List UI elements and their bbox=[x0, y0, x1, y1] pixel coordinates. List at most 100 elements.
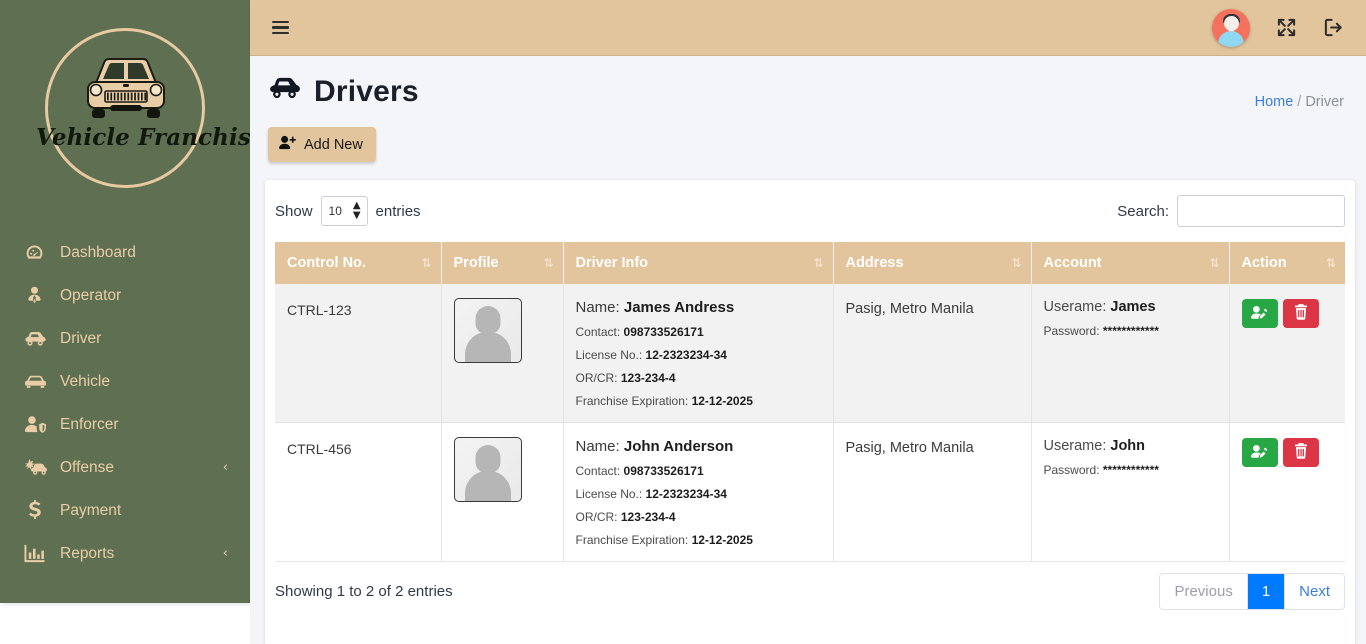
field-value: James bbox=[1110, 299, 1156, 315]
breadcrumb-home[interactable]: Home bbox=[1255, 94, 1294, 110]
field-value: James Andress bbox=[623, 299, 735, 316]
showing-entries-text: Showing 1 to 2 of 2 entries bbox=[275, 582, 453, 600]
driver-orcr: OR/CR: 123-234-4 bbox=[576, 371, 821, 385]
driver-license: License No.: 12-2323234-34 bbox=[576, 487, 821, 501]
field-value: ************ bbox=[1102, 324, 1159, 338]
page-header: Drivers Home / Driver bbox=[250, 56, 1366, 110]
column-header-action[interactable]: Action ⇅ bbox=[1229, 242, 1345, 284]
column-header-address[interactable]: Address ⇅ bbox=[833, 242, 1032, 284]
driver-name: Name: John Anderson bbox=[576, 438, 821, 455]
cell-control-no: CTRL-456 bbox=[275, 422, 442, 562]
table-row: CTRL-456 Name: John Anderson Contact: 09… bbox=[275, 422, 1345, 562]
driver-name: Name: James Andress bbox=[576, 299, 821, 316]
cell-action bbox=[1229, 422, 1345, 562]
user-edit-icon bbox=[1250, 305, 1268, 323]
sidebar-item-label: Dashboard bbox=[60, 243, 136, 261]
sidebar-item-enforcer[interactable]: Enforcer bbox=[0, 403, 250, 446]
trash-icon bbox=[1294, 304, 1308, 323]
address-value: Pasig, Metro Manila bbox=[845, 440, 974, 456]
field-value: 12-2323234-34 bbox=[645, 348, 727, 362]
row-actions bbox=[1241, 298, 1334, 328]
column-header-control-no[interactable]: Control No. ⇅ bbox=[275, 242, 442, 284]
driver-orcr: OR/CR: 123-234-4 bbox=[576, 510, 821, 524]
hamburger-icon[interactable] bbox=[272, 15, 298, 41]
control-no-value: CTRL-456 bbox=[287, 441, 352, 457]
car-side-icon bbox=[268, 74, 302, 109]
field-value: John bbox=[1110, 438, 1146, 454]
column-label: Profile bbox=[453, 255, 499, 271]
driver-contact: Contact: 098733526171 bbox=[576, 464, 821, 478]
chevron-left-icon[interactable]: ‹ bbox=[223, 461, 228, 474]
address-value: Pasig, Metro Manila bbox=[845, 301, 974, 317]
datatable-footer: Showing 1 to 2 of 2 entries Previous 1 N… bbox=[275, 562, 1345, 620]
expand-arrows-icon[interactable] bbox=[1276, 17, 1297, 38]
user-tie-icon bbox=[24, 285, 54, 306]
datatable-card: Show 10 ▲ ▼ entries Search: Control No. … bbox=[265, 180, 1355, 644]
sort-icon: ⇅ bbox=[543, 256, 553, 270]
profile-placeholder bbox=[453, 298, 522, 363]
datatable-controls: Show 10 ▲ ▼ entries Search: bbox=[275, 180, 1345, 242]
pagination: Previous 1 Next bbox=[1159, 572, 1345, 610]
field-value: 123-234-4 bbox=[620, 510, 676, 524]
page-title: Drivers bbox=[268, 74, 419, 109]
breadcrumb-separator: / bbox=[1297, 94, 1302, 110]
field-label: Name: bbox=[575, 438, 620, 455]
column-header-account[interactable]: Account ⇅ bbox=[1031, 242, 1230, 284]
cell-account: Userame: John Password: ************ bbox=[1031, 422, 1230, 562]
pagination-previous[interactable]: Previous bbox=[1160, 573, 1248, 609]
field-label: License No.: bbox=[575, 487, 643, 501]
sidebar-item-payment[interactable]: Payment bbox=[0, 489, 250, 532]
user-edit-icon bbox=[1250, 444, 1268, 462]
driver-contact: Contact: 098733526171 bbox=[576, 325, 821, 339]
avatar[interactable] bbox=[1212, 8, 1250, 47]
field-label: OR/CR: bbox=[575, 371, 618, 385]
sidebar-nav: Dashboard Operator Driver Vehicle Enforc… bbox=[0, 225, 250, 575]
field-label: OR/CR: bbox=[575, 510, 618, 524]
sidebar-item-label: Operator bbox=[60, 286, 122, 304]
sidebar-item-vehicle[interactable]: Vehicle bbox=[0, 360, 250, 403]
column-header-driver-info[interactable]: Driver Info ⇅ bbox=[563, 242, 834, 284]
field-label: Franchise Expiration: bbox=[575, 394, 689, 408]
page-length-select[interactable]: 10 ▲ ▼ bbox=[320, 196, 368, 226]
edit-button[interactable] bbox=[1241, 438, 1278, 467]
column-label: Action bbox=[1241, 255, 1287, 271]
edit-button[interactable] bbox=[1241, 299, 1278, 328]
add-new-button[interactable]: Add New bbox=[268, 127, 376, 162]
user-plus-icon bbox=[278, 135, 296, 154]
field-value: 098733526171 bbox=[623, 464, 704, 478]
table-row: CTRL-123 Name: James Andress Contact: 09… bbox=[275, 284, 1345, 423]
main-content: Drivers Home / Driver Add New Show 10 ▲ … bbox=[250, 56, 1366, 644]
account-password: Password: ************ bbox=[1044, 324, 1217, 338]
column-label: Account bbox=[1043, 255, 1102, 271]
account-username: Userame: John bbox=[1044, 438, 1217, 454]
sidebar-item-operator[interactable]: Operator bbox=[0, 274, 250, 317]
sign-out-icon[interactable] bbox=[1323, 17, 1344, 38]
brand-logo[interactable]: Vehicle Franchising bbox=[0, 0, 250, 225]
field-label: Userame: bbox=[1043, 299, 1107, 315]
trash-icon bbox=[1294, 443, 1308, 462]
column-header-profile[interactable]: Profile ⇅ bbox=[441, 242, 564, 284]
bar-chart-icon bbox=[24, 543, 54, 564]
pagination-next[interactable]: Next bbox=[1285, 573, 1344, 609]
drivers-table: Control No. ⇅ Profile ⇅ Driver Info ⇅ Ad… bbox=[275, 242, 1345, 562]
page-title-text: Drivers bbox=[314, 74, 419, 108]
topbar bbox=[250, 0, 1366, 56]
cell-address: Pasig, Metro Manila bbox=[833, 422, 1032, 562]
sidebar-item-dashboard[interactable]: Dashboard bbox=[0, 231, 250, 274]
app-root: Vehicle Franchising Dashboard bbox=[0, 0, 1366, 644]
sidebar-item-label: Payment bbox=[60, 501, 122, 519]
sidebar-item-driver[interactable]: Driver bbox=[0, 317, 250, 360]
sort-icon: ⇅ bbox=[813, 256, 823, 270]
search-input[interactable] bbox=[1177, 195, 1345, 227]
sidebar-item-label: Offense bbox=[60, 458, 115, 476]
topbar-actions bbox=[1212, 8, 1344, 47]
chevron-left-icon[interactable]: ‹ bbox=[223, 547, 228, 560]
car-icon bbox=[24, 371, 54, 392]
account-password: Password: ************ bbox=[1044, 463, 1217, 477]
sidebar-item-offense[interactable]: Offense ‹ bbox=[0, 446, 250, 489]
sidebar-item-reports[interactable]: Reports ‹ bbox=[0, 532, 250, 575]
delete-button[interactable] bbox=[1282, 438, 1319, 467]
pagination-page-1[interactable]: 1 bbox=[1247, 573, 1286, 609]
delete-button[interactable] bbox=[1282, 299, 1319, 328]
profile-placeholder bbox=[453, 437, 522, 502]
